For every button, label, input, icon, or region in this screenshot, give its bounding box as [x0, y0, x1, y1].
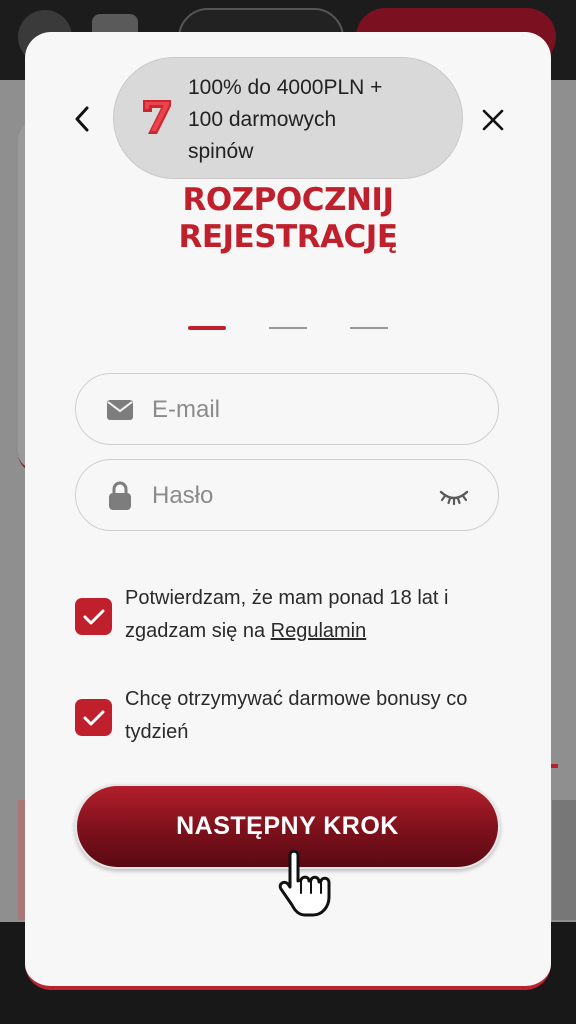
page-title: ROZPOCZNIJ REJESTRACJĘ: [25, 182, 551, 256]
promo-line-2: 100 darmowych: [188, 108, 337, 131]
checkmark-icon: [83, 710, 104, 725]
eye-closed-icon[interactable]: [438, 484, 470, 508]
age-consent-checkbox[interactable]: [75, 598, 112, 635]
email-input[interactable]: [150, 374, 454, 446]
back-button[interactable]: [65, 102, 99, 136]
checkmark-icon: [83, 609, 104, 624]
close-button[interactable]: [475, 102, 511, 138]
bonus-consent-checkbox[interactable]: [75, 699, 112, 736]
seven-slot-icon: [143, 100, 171, 134]
promo-text: 100% do 4000PLN + 100 darmowych spinów: [188, 72, 438, 168]
background-game-thumb-right: [552, 800, 576, 920]
registration-modal: 100% do 4000PLN + 100 darmowych spinów R…: [25, 32, 551, 990]
age-consent-text: Potwierdzam, że mam ponad 18 lat i zgadz…: [125, 582, 515, 648]
password-field[interactable]: [75, 459, 499, 532]
step-2: [269, 327, 307, 329]
step-3: [350, 327, 388, 329]
step-1-active: [188, 326, 226, 330]
promo-line-3: spinów: [188, 140, 254, 163]
step-indicator: [25, 326, 551, 331]
password-input[interactable]: [150, 460, 454, 532]
promo-line-1: 100% do 4000PLN +: [188, 76, 383, 99]
close-icon: [482, 109, 504, 131]
email-field[interactable]: [75, 373, 499, 446]
chevron-left-icon: [75, 106, 89, 132]
bonus-consent-text: Chcę otrzymywać darmowe bonusy co tydzie…: [125, 688, 468, 743]
title-line-2: REJESTRACJĘ: [178, 219, 398, 255]
envelope-icon: [106, 396, 134, 424]
terms-link[interactable]: Regulamin: [271, 620, 367, 642]
pointer-hand-icon: [278, 849, 331, 917]
title-line-1: ROZPOCZNIJ: [182, 182, 394, 218]
promo-banner: 100% do 4000PLN + 100 darmowych spinów: [113, 57, 463, 179]
lock-icon: [106, 481, 134, 510]
